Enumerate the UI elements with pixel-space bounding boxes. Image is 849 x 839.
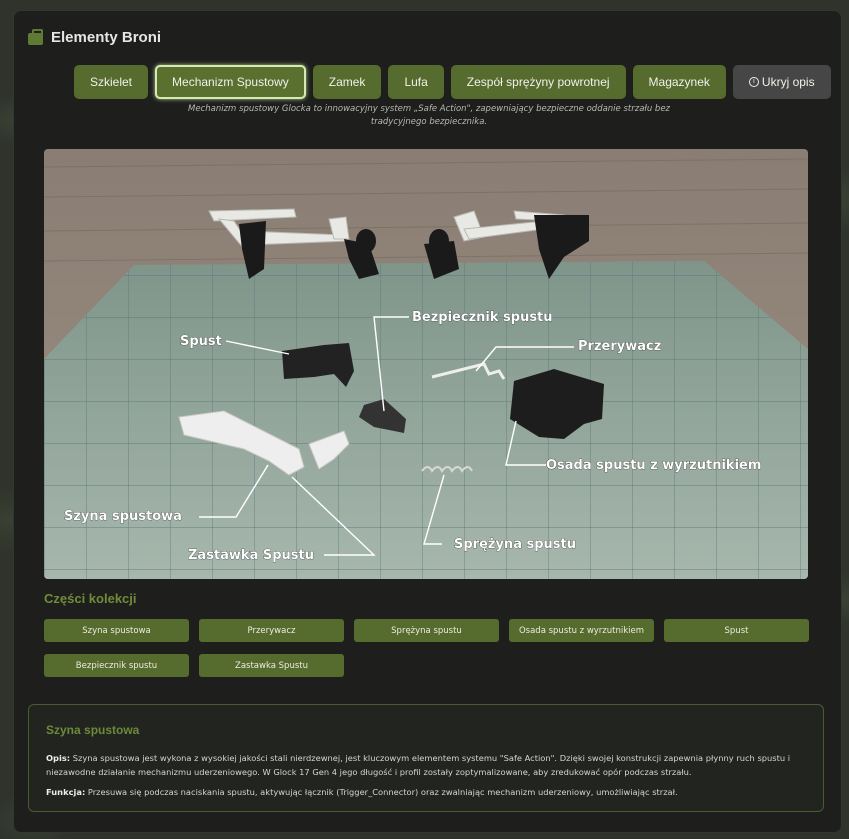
part-details-title: Szyna spustowa [46,723,140,737]
part-button-sprezyna-spustu[interactable]: Sprężyna spustu [354,619,499,642]
part-button-zastawka-spustu[interactable]: Zastawka Spustu [199,654,344,677]
photo-label-szyna: Szyna spustowa [64,509,182,524]
section-description: Mechanizm spustowy Glocka to innowacyjny… [187,104,671,127]
category-tabs: Szkielet Mechanizm Spustowy Zamek Lufa Z… [74,65,831,99]
tab-mechanizm-spustowy[interactable]: Mechanizm Spustowy [155,65,306,99]
part-details-opis: Opis: Szyna spustowa jest wykona z wysok… [46,751,806,779]
opis-label: Opis: [46,753,71,763]
photo-label-sprezyna: Sprężyna spustu [454,537,576,552]
tab-zamek[interactable]: Zamek [312,65,382,99]
briefcase-icon [28,28,43,45]
main-panel: Elementy Broni Szkielet Mechanizm Spusto… [13,10,842,833]
part-details-funkcja: Funkcja: Przesuwa się podczas naciskania… [46,785,806,799]
tab-magazynek[interactable]: Magazynek [632,65,726,99]
photo-label-osada: Osada spustu z wyrzutnikiem [546,458,761,473]
part-button-szyna-spustowa[interactable]: Szyna spustowa [44,619,189,642]
tab-lufa[interactable]: Lufa [388,65,444,99]
info-icon: i [748,77,759,87]
part-button-przerywacz[interactable]: Przerywacz [199,619,344,642]
photo-label-bezpiecznik: Bezpiecznik spustu [412,310,553,325]
parts-section-title: Części kolekcji [44,591,137,606]
photo-label-przerywacz: Przerywacz [578,339,661,354]
funkcja-label: Funkcja: [46,787,86,797]
tab-zespol-sprezyny[interactable]: Zespół sprężyny powrotnej [450,65,626,99]
photo-label-spust: Spust [180,334,222,349]
parts-photo: Spust Bezpiecznik spustu Przerywacz Osad… [44,149,808,579]
page-title: Elementy Broni [51,29,162,46]
part-button-bezpiecznik-spustu[interactable]: Bezpiecznik spustu [44,654,189,677]
photo-label-zastawka: Zastawka Spustu [188,548,314,563]
tab-szkielet[interactable]: Szkielet [74,65,149,99]
opis-text: Szyna spustowa jest wykona z wysokiej ja… [46,753,791,777]
hide-description-label: Ukryj opis [761,75,815,89]
parts-list: Szyna spustowa Przerywacz Sprężyna spust… [44,619,814,677]
part-details-panel: Szyna spustowa Opis: Szyna spustowa jest… [28,704,824,812]
part-button-osada-spustu[interactable]: Osada spustu z wyrzutnikiem [509,619,654,642]
part-button-spust[interactable]: Spust [664,619,809,642]
hide-description-button[interactable]: i Ukryj opis [732,65,831,99]
header: Elementy Broni [28,28,162,46]
funkcja-text: Przesuwa się podczas naciskania spustu, … [87,787,678,797]
